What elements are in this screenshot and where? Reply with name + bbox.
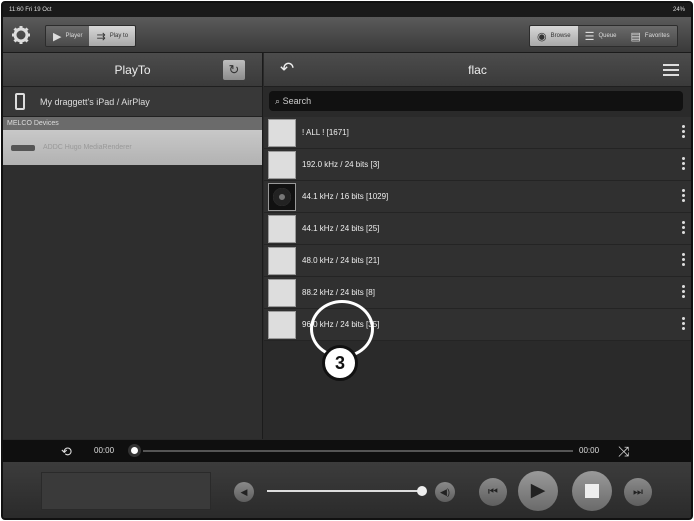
gear-icon[interactable] bbox=[11, 25, 31, 45]
list-item-label: 44.1 kHz / 24 bits [25] bbox=[302, 224, 380, 233]
play-icon: ▶ bbox=[530, 480, 546, 501]
status-time: 11:60 bbox=[9, 7, 24, 13]
playto-panel: PlayTo ↻ My draggett's iPad / AirPlay ME… bbox=[3, 53, 263, 439]
album-thumbnail bbox=[268, 119, 296, 147]
list-item-label: ! ALL ! [1671] bbox=[302, 128, 349, 137]
seek-slider-knob[interactable] bbox=[128, 444, 141, 457]
list-item-label: 44.1 kHz / 16 bits [1029] bbox=[302, 192, 389, 201]
top-toolbar: ▶ Player ⇉ Play to ◉ Browse ☰ Queue ▤ Fa… bbox=[3, 17, 691, 53]
list-icon: ☰ bbox=[584, 30, 595, 43]
browse-header: ↶ flac bbox=[264, 53, 691, 87]
browse-panel: ↶ flac ⌕ Search ! ALL ! [1671] 192.0 kHz … bbox=[264, 53, 691, 439]
app-window: 11:60 Fri 19 Oct 24% ▶ Player ⇉ Play to bbox=[1, 1, 693, 520]
search-placeholder: Search bbox=[282, 96, 312, 106]
more-options-icon[interactable] bbox=[682, 157, 685, 172]
list-item-label: 88.2 kHz / 24 bits [8] bbox=[302, 288, 375, 297]
playto-tab[interactable]: ⇉ Play to bbox=[89, 26, 136, 46]
now-playing-area bbox=[41, 472, 211, 510]
more-options-icon[interactable] bbox=[682, 253, 685, 268]
list-item-label: 192.0 kHz / 24 bits [3] bbox=[302, 160, 380, 169]
list-item[interactable]: 44.1 kHz / 16 bits [1029] bbox=[264, 181, 691, 213]
globe-icon: ◉ bbox=[537, 30, 547, 43]
refresh-button[interactable]: ↻ bbox=[223, 60, 245, 80]
album-thumbnail bbox=[268, 247, 296, 275]
mode-segmented-control: ▶ Player ⇉ Play to bbox=[45, 25, 137, 47]
more-options-icon[interactable] bbox=[682, 285, 685, 300]
total-time: 00:00 bbox=[579, 446, 600, 455]
next-icon: ⏭ bbox=[633, 486, 643, 498]
more-options-icon[interactable] bbox=[682, 221, 685, 236]
elapsed-time: 00:00 bbox=[94, 446, 115, 455]
play-icon: ▶ bbox=[53, 30, 62, 43]
list-item[interactable]: ! ALL ! [1671] bbox=[264, 117, 691, 149]
callout-number-badge: 3 bbox=[322, 345, 358, 381]
airplay-device-row[interactable]: My draggett's iPad / AirPlay bbox=[3, 87, 262, 117]
renderer-icon bbox=[11, 145, 35, 151]
previous-track-button[interactable]: ⏮ bbox=[479, 478, 507, 506]
speaker-low-icon: ◀ bbox=[240, 487, 248, 497]
more-options-icon[interactable] bbox=[682, 125, 685, 140]
browse-tab[interactable]: ◉ Browse bbox=[530, 26, 578, 46]
status-bar: 11:60 Fri 19 Oct 24% bbox=[3, 3, 691, 17]
play-button[interactable]: ▶ bbox=[518, 471, 558, 511]
progress-bar: ⟲ 00:00 00:00 ⤨ bbox=[3, 440, 691, 462]
status-date: Fri 19 Oct bbox=[25, 7, 52, 13]
next-track-button[interactable]: ⏭ bbox=[624, 478, 652, 506]
device-label: ADDC Hugo MediaRenderer bbox=[43, 144, 132, 151]
phone-icon bbox=[15, 93, 25, 110]
list-item-label: 48.0 kHz / 24 bits [21] bbox=[302, 256, 380, 265]
transport-controls: ◀ ◀) ⏮ ▶ ⏭ bbox=[3, 462, 691, 518]
playto-header: PlayTo ↻ bbox=[3, 53, 262, 87]
favorites-tab[interactable]: ▤ Favorites bbox=[623, 26, 677, 46]
album-thumbnail bbox=[268, 151, 296, 179]
playto-icon: ⇉ bbox=[96, 30, 106, 43]
stop-button[interactable] bbox=[572, 471, 612, 511]
volume-slider-knob[interactable] bbox=[417, 486, 427, 496]
album-thumbnail bbox=[268, 311, 296, 339]
selected-device-row[interactable]: ADDC Hugo MediaRenderer bbox=[3, 130, 262, 165]
seek-track[interactable] bbox=[143, 450, 573, 452]
previous-icon: ⏮ bbox=[488, 486, 498, 498]
queue-tab[interactable]: ☰ Queue bbox=[577, 26, 624, 46]
airplay-device-label: My draggett's iPad / AirPlay bbox=[40, 97, 150, 107]
devices-section-header: MELCO Devices bbox=[3, 117, 262, 130]
player-tab[interactable]: ▶ Player bbox=[46, 26, 90, 46]
more-options-icon[interactable] bbox=[682, 189, 685, 204]
list-item[interactable]: 192.0 kHz / 24 bits [3] bbox=[264, 149, 691, 181]
search-icon: ⌕ bbox=[275, 96, 281, 106]
view-menu-icon[interactable] bbox=[663, 64, 679, 76]
book-icon: ▤ bbox=[630, 30, 641, 43]
speaker-high-icon: ◀) bbox=[440, 487, 450, 497]
volume-down-button[interactable]: ◀ bbox=[234, 482, 254, 502]
album-thumbnail bbox=[268, 215, 296, 243]
folder-title: flac bbox=[468, 63, 487, 77]
view-segmented-control: ◉ Browse ☰ Queue ▤ Favorites bbox=[529, 25, 678, 47]
volume-up-button[interactable]: ◀) bbox=[435, 482, 455, 502]
more-options-icon[interactable] bbox=[682, 317, 685, 332]
search-input[interactable]: ⌕ Search bbox=[269, 91, 683, 111]
volume-slider-track[interactable] bbox=[267, 490, 419, 492]
stop-icon bbox=[585, 484, 599, 498]
battery-level: 24% bbox=[672, 7, 685, 13]
repeat-icon[interactable]: ⟲ bbox=[61, 444, 79, 459]
album-thumbnail bbox=[268, 279, 296, 307]
refresh-icon: ↻ bbox=[228, 62, 240, 77]
list-item[interactable]: 44.1 kHz / 24 bits [25] bbox=[264, 213, 691, 245]
list-item[interactable]: 48.0 kHz / 24 bits [21] bbox=[264, 245, 691, 277]
shuffle-icon[interactable]: ⤨ bbox=[618, 443, 629, 460]
album-thumbnail bbox=[268, 183, 296, 211]
